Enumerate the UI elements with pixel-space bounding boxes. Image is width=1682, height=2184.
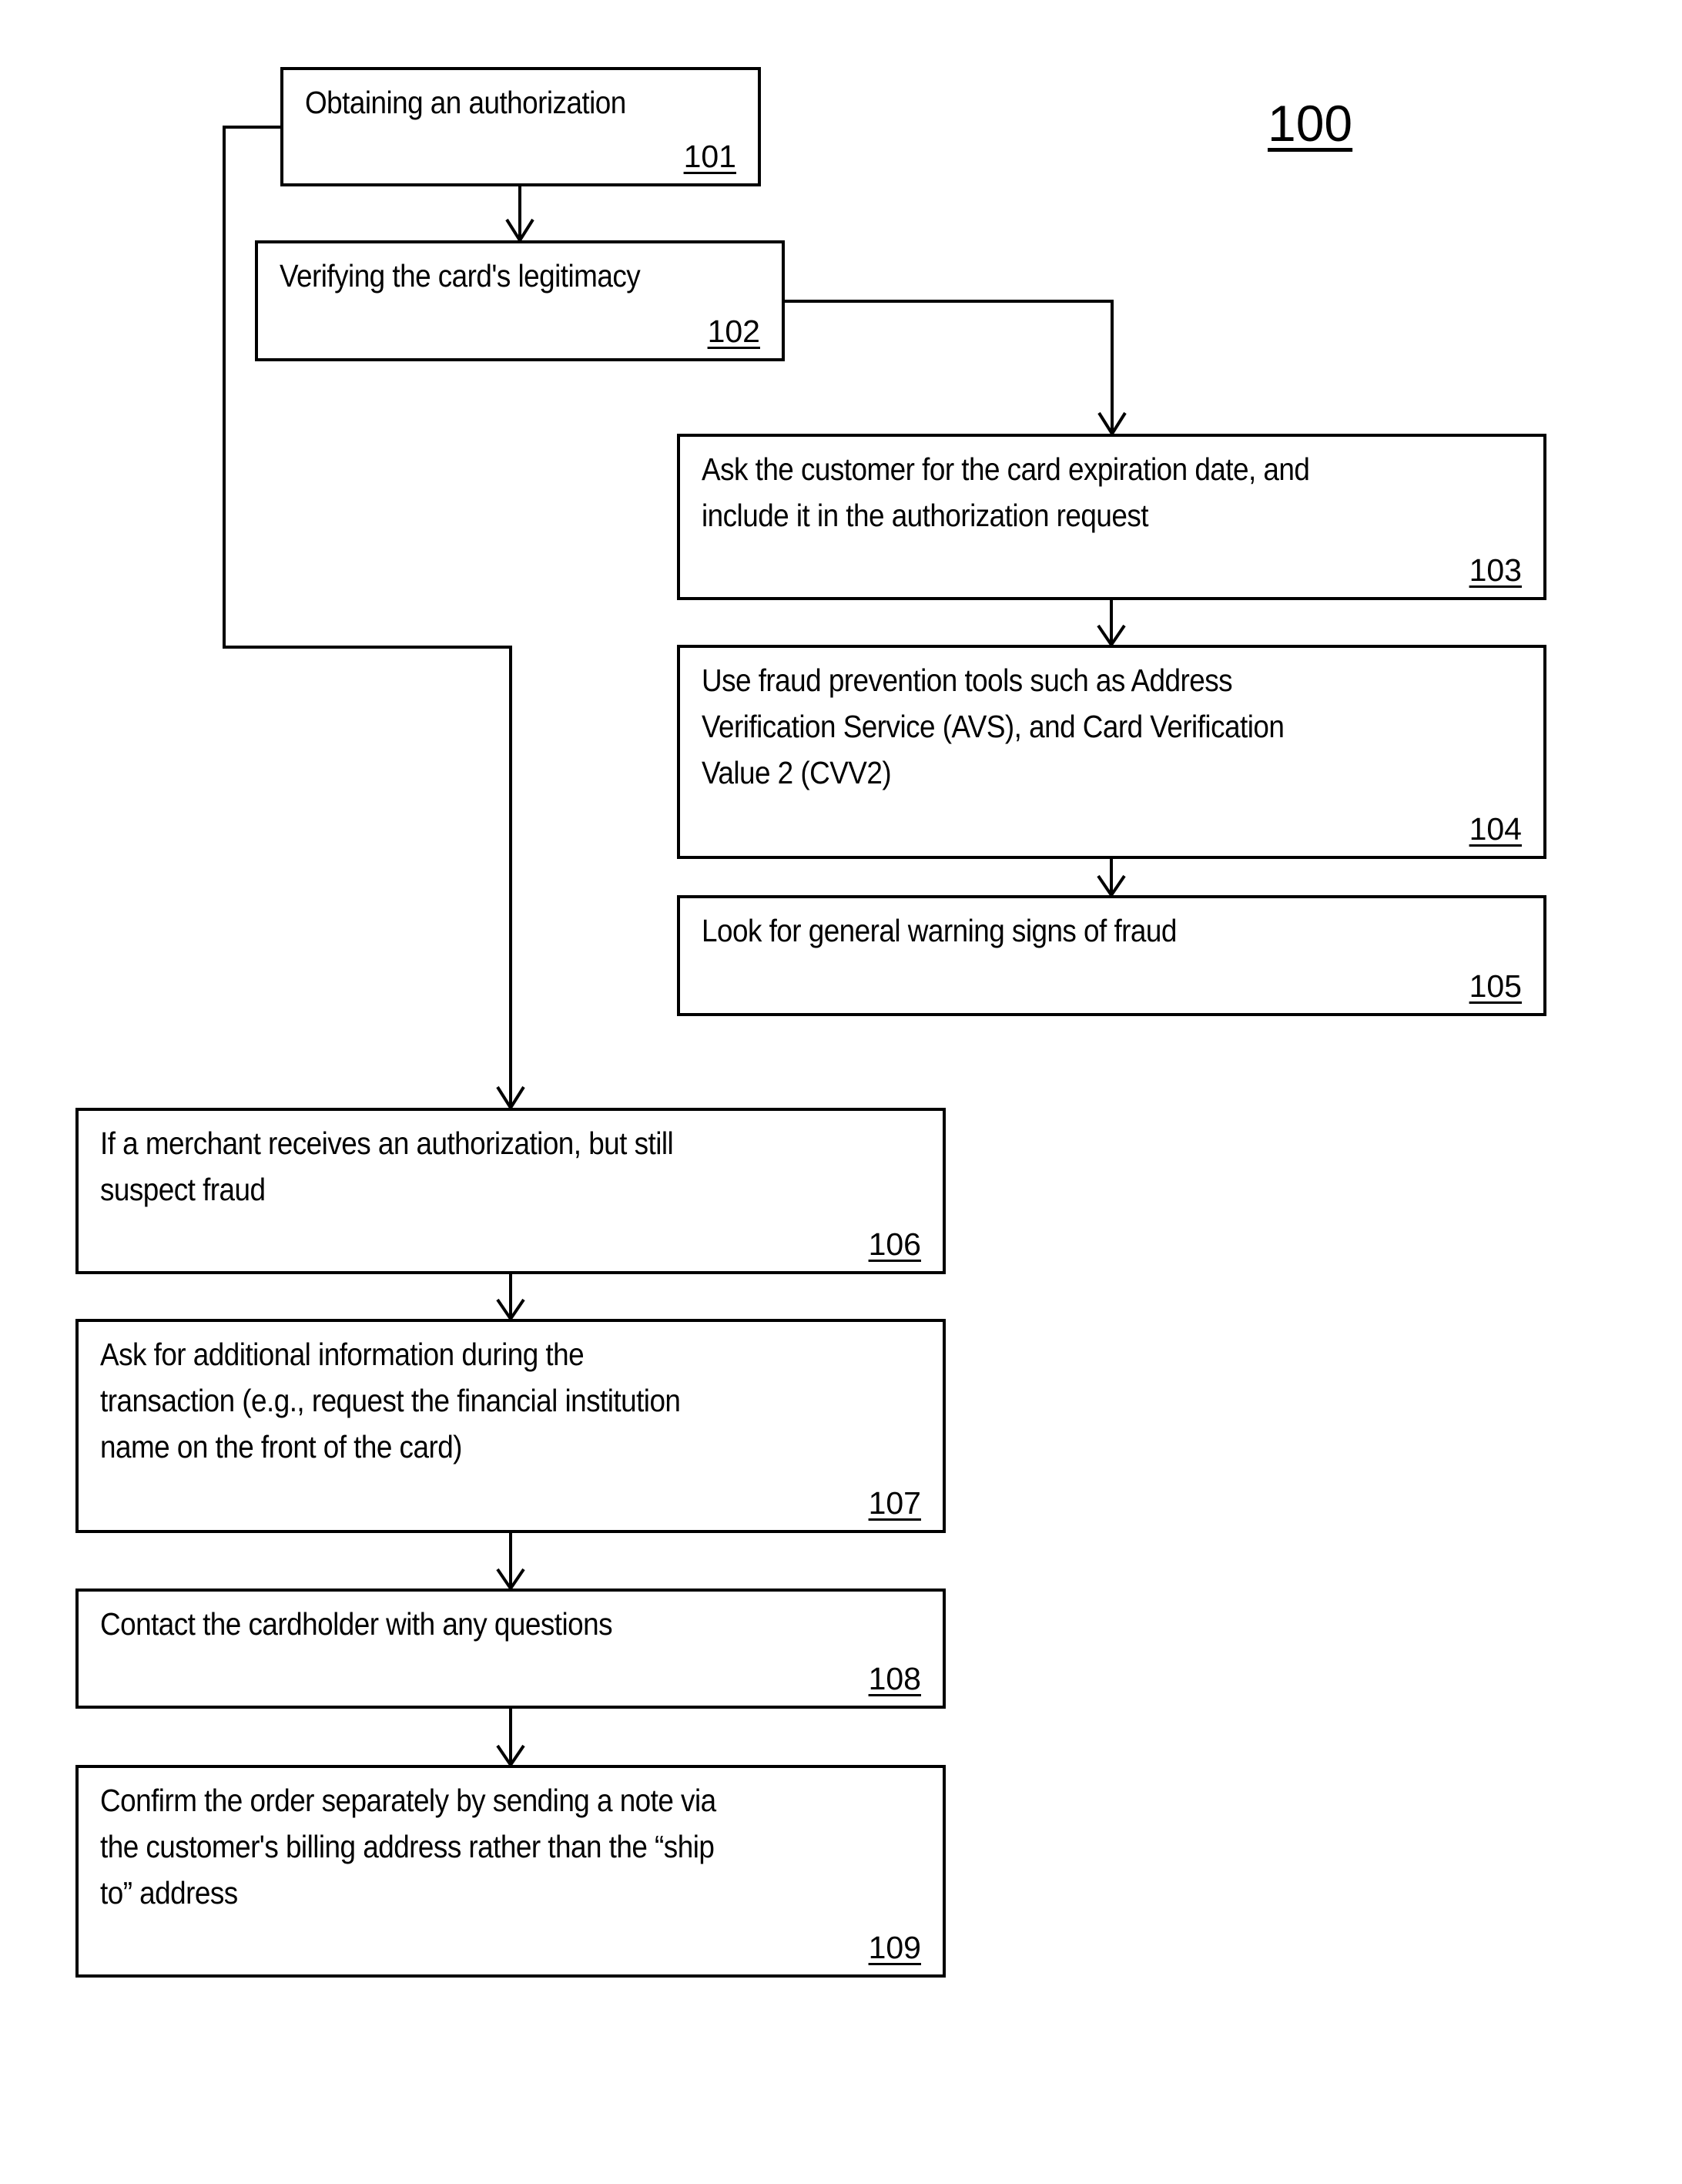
step-text: Obtaining an authorization — [305, 85, 626, 120]
step-box-107: Ask for additional information during th… — [75, 1319, 946, 1533]
step-ref-number: 103 — [1469, 552, 1522, 588]
step-box-102: Verifying the card's legitimacy 102 — [255, 240, 785, 361]
step-ref-number: 105 — [1469, 968, 1522, 1004]
arrow-102-to-103 — [784, 300, 1127, 437]
step-text: Ask for additional information during th… — [100, 1337, 681, 1464]
step-box-103: Ask the customer for the card expiration… — [677, 434, 1546, 600]
step-box-105: Look for general warning signs of fraud … — [677, 895, 1546, 1016]
step-ref-number: 109 — [868, 1930, 921, 1965]
step-text: Look for general warning signs of fraud — [702, 913, 1177, 948]
step-box-101: Obtaining an authorization 101 — [280, 67, 761, 186]
step-text: Confirm the order separately by sending … — [100, 1783, 716, 1911]
step-ref-number: 102 — [707, 314, 760, 349]
step-box-108: Contact the cardholder with any question… — [75, 1589, 946, 1709]
step-text: Verifying the card's legitimacy — [280, 258, 641, 294]
step-ref-number: 108 — [868, 1661, 921, 1696]
step-ref-number: 104 — [1469, 811, 1522, 847]
arrow-101-to-102 — [505, 186, 534, 243]
arrow-103-to-104 — [1097, 599, 1126, 648]
figure-number: 100 — [1268, 95, 1353, 152]
step-ref-number: 107 — [868, 1485, 921, 1521]
arrow-106-to-107 — [496, 1273, 525, 1322]
step-box-109: Confirm the order separately by sending … — [75, 1765, 946, 1978]
arrow-107-to-108 — [496, 1532, 525, 1592]
arrow-108-to-109 — [496, 1708, 525, 1768]
step-text: If a merchant receives an authorization,… — [100, 1126, 674, 1207]
step-ref-number: 106 — [868, 1226, 921, 1262]
step-box-106: If a merchant receives an authorization,… — [75, 1108, 946, 1274]
step-text: Contact the cardholder with any question… — [100, 1606, 613, 1642]
step-ref-number: 101 — [683, 139, 736, 174]
step-text: Ask the customer for the card expiration… — [702, 451, 1310, 533]
step-text: Use fraud prevention tools such as Addre… — [702, 663, 1285, 790]
step-box-104: Use fraud prevention tools such as Addre… — [677, 645, 1546, 859]
arrow-104-to-105 — [1097, 858, 1126, 898]
